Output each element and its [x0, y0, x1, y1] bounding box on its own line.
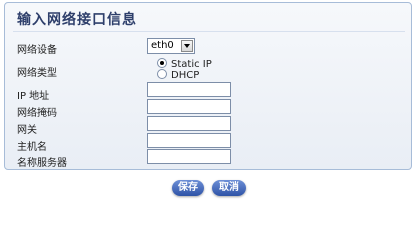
dns-server-input[interactable] [147, 149, 231, 164]
ip-address-label: IP 地址 [17, 91, 50, 102]
hostname-input[interactable] [147, 133, 231, 148]
chevron-down-icon[interactable] [181, 40, 193, 52]
save-button[interactable]: 保存 [172, 180, 204, 196]
dhcp-radio-row[interactable]: DHCP [157, 69, 199, 81]
interface-select-value: eth0 [151, 40, 174, 51]
dhcp-label: DHCP [171, 70, 200, 81]
cancel-button[interactable]: 取消 [212, 180, 246, 196]
interface-label: 网络设备 [17, 45, 57, 56]
static-ip-radio[interactable] [157, 58, 167, 68]
network-interface-panel: 输入网络接口信息 网络设备 eth0 网络类型 Static IP DHCP I… [4, 2, 412, 170]
dhcp-radio[interactable] [157, 69, 167, 79]
gateway-label: 网关 [17, 125, 37, 136]
ip-address-input[interactable] [147, 82, 231, 97]
gateway-input[interactable] [147, 116, 231, 131]
netmask-input[interactable] [147, 99, 231, 114]
network-type-label: 网络类型 [17, 68, 57, 79]
panel-title: 输入网络接口信息 [17, 12, 137, 28]
title-divider [13, 31, 405, 32]
interface-select[interactable]: eth0 [147, 38, 195, 54]
netmask-label: 网络掩码 [17, 108, 57, 119]
dns-server-label: 名称服务器 [17, 158, 67, 169]
hostname-label: 主机名 [17, 142, 47, 153]
